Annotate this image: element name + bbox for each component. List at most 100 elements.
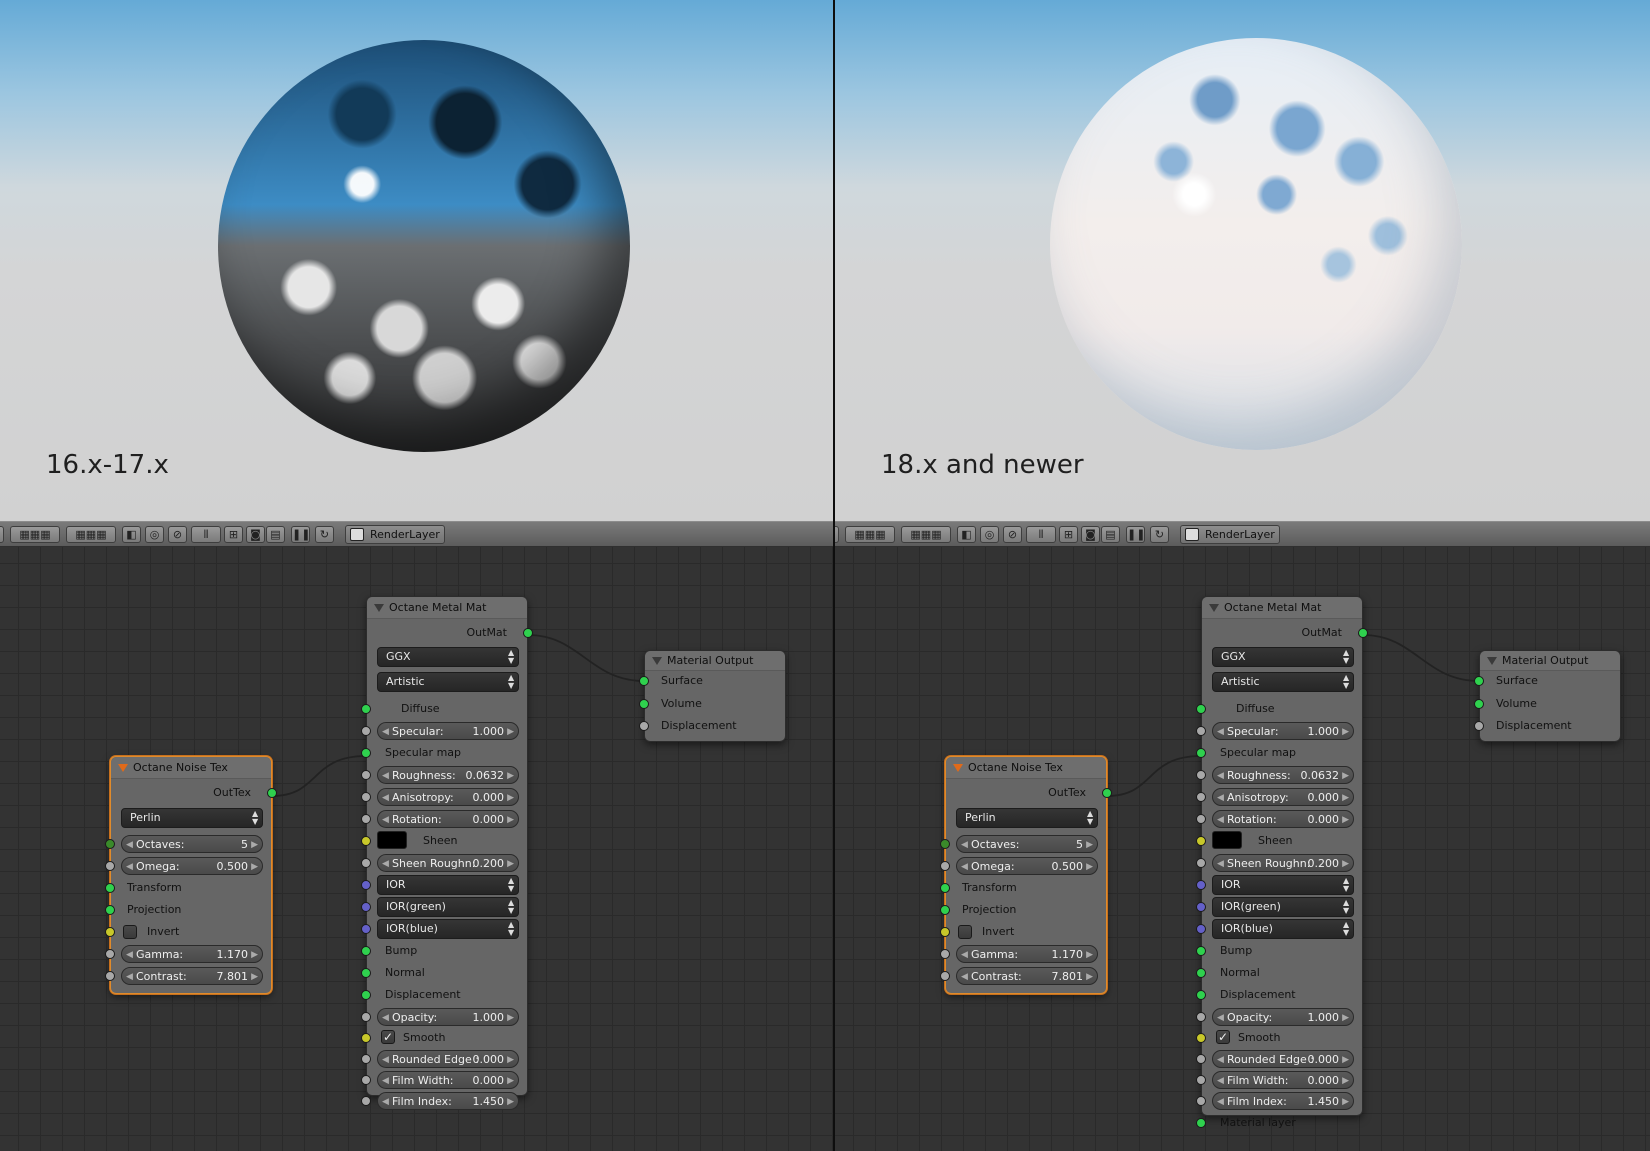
metal-mat-node[interactable]: Octane Metal Mat OutMat GGX ▲ ▼ Artistic ▲ ▼…	[361, 596, 533, 1110]
rotation-field[interactable]: ◀ Rotation: 0.000 ▶	[377, 810, 519, 828]
link-icon[interactable]: ⊘	[1003, 526, 1022, 543]
clapper-icon[interactable]: ▤	[1101, 526, 1120, 543]
decrement-arrow-icon[interactable]: ◀	[382, 724, 389, 740]
layers-grid-2-icon[interactable]: ▦▦▦	[66, 526, 116, 543]
ior-green-dropdown[interactable]: IOR(green) ▲ ▼	[377, 897, 519, 917]
increment-arrow-icon[interactable]: ▶	[1342, 768, 1349, 784]
decrement-arrow-icon[interactable]: ◀	[382, 1010, 389, 1026]
specular-socket[interactable]	[361, 726, 371, 736]
increment-arrow-icon[interactable]: ▶	[507, 1052, 514, 1068]
decrement-arrow-icon[interactable]: ◀	[961, 969, 968, 985]
ior-blue-socket[interactable]	[361, 924, 371, 934]
sphere-preview-icon[interactable]: ◎	[980, 526, 999, 543]
increment-arrow-icon[interactable]: ▶	[1086, 947, 1093, 963]
camera-icon[interactable]: ◙	[246, 526, 265, 543]
editor-type-icon[interactable]	[835, 526, 839, 543]
decrement-arrow-icon[interactable]: ◀	[126, 947, 133, 963]
increment-arrow-icon[interactable]: ▶	[1342, 1010, 1349, 1026]
film-index-socket[interactable]	[361, 1096, 371, 1106]
opacity-field[interactable]: ◀ Opacity: 1.000 ▶	[1212, 1008, 1354, 1026]
roughness-field[interactable]: ◀ Roughness: 0.0632 ▶	[377, 766, 519, 784]
sheen-roughness-field[interactable]: ◀ Sheen Roughn: 0.200 ▶	[1212, 854, 1354, 872]
increment-arrow-icon[interactable]: ▶	[1342, 1094, 1349, 1110]
anisotropy-socket[interactable]	[361, 792, 371, 802]
collapse-triangle-icon[interactable]	[1209, 604, 1219, 612]
decrement-arrow-icon[interactable]: ◀	[1217, 724, 1224, 740]
decrement-arrow-icon[interactable]: ◀	[382, 1073, 389, 1089]
contrast-socket[interactable]	[105, 971, 115, 981]
gamma-field[interactable]: ◀ Gamma: 1.170 ▶	[956, 945, 1098, 963]
octaves-field[interactable]: ◀ Octaves: 5 ▶	[956, 835, 1098, 853]
collapse-triangle-icon[interactable]	[1487, 657, 1497, 665]
pause-icon[interactable]: ❚❚	[291, 526, 310, 543]
render-icon[interactable]: ◧	[957, 526, 976, 543]
increment-arrow-icon[interactable]: ▶	[507, 768, 514, 784]
layers-grid-icon[interactable]: ▦▦▦	[845, 526, 895, 543]
increment-arrow-icon[interactable]: ▶	[251, 859, 258, 875]
sheen-roughness-socket[interactable]	[361, 858, 371, 868]
decrement-arrow-icon[interactable]: ◀	[1217, 856, 1224, 872]
render-layer-selector[interactable]: RenderLayer	[1180, 525, 1280, 544]
omega-field[interactable]: ◀ Omega: 0.500 ▶	[956, 857, 1098, 875]
grid-snap-icon[interactable]: ⊞	[1059, 526, 1078, 543]
decrement-arrow-icon[interactable]: ◀	[382, 1094, 389, 1110]
increment-arrow-icon[interactable]: ▶	[1342, 812, 1349, 828]
increment-arrow-icon[interactable]: ▶	[251, 969, 258, 985]
decrement-arrow-icon[interactable]: ◀	[126, 969, 133, 985]
increment-arrow-icon[interactable]: ▶	[1086, 837, 1093, 853]
omega-socket[interactable]	[940, 861, 950, 871]
sheen-roughness-socket[interactable]	[1196, 858, 1206, 868]
increment-arrow-icon[interactable]: ▶	[507, 1010, 514, 1026]
film-width-socket[interactable]	[361, 1075, 371, 1085]
render-viewport[interactable]: 16.x-17.x	[0, 0, 833, 521]
metal-mat-node[interactable]: Octane Metal Mat OutMat GGX ▲ ▼ Artistic ▲ ▼…	[1196, 596, 1368, 1129]
decrement-arrow-icon[interactable]: ◀	[1217, 790, 1224, 806]
decrement-arrow-icon[interactable]: ◀	[382, 1052, 389, 1068]
roughness-field[interactable]: ◀ Roughness: 0.0632 ▶	[1212, 766, 1354, 784]
rotation-socket[interactable]	[1196, 814, 1206, 824]
gamma-socket[interactable]	[105, 949, 115, 959]
channels-icon[interactable]: ⫴	[1026, 526, 1056, 543]
metal-node-header[interactable]: Octane Metal Mat	[367, 597, 527, 619]
render-viewport[interactable]: 18.x and newer	[835, 0, 1650, 521]
ior-blue-socket[interactable]	[1196, 924, 1206, 934]
noise-type-dropdown[interactable]: Perlin ▲ ▼	[121, 808, 263, 828]
decrement-arrow-icon[interactable]: ◀	[961, 859, 968, 875]
mode-dropdown[interactable]: Artistic ▲ ▼	[1212, 672, 1354, 692]
outmat-socket[interactable]	[1358, 628, 1368, 638]
ior-blue-dropdown[interactable]: IOR(blue) ▲ ▼	[1212, 919, 1354, 939]
film-width-field[interactable]: ◀ Film Width: 0.000 ▶	[1212, 1071, 1354, 1089]
opacity-field[interactable]: ◀ Opacity: 1.000 ▶	[377, 1008, 519, 1026]
decrement-arrow-icon[interactable]: ◀	[1217, 1052, 1224, 1068]
increment-arrow-icon[interactable]: ▶	[1342, 1052, 1349, 1068]
noise-tex-node[interactable]: Octane Noise Tex OutTex Perlin ▲ ▼ ◀ Octave…	[105, 756, 277, 994]
material-output-node[interactable]: Material Output Surface Volume Displacem…	[1474, 650, 1621, 742]
output-node-header[interactable]: Material Output	[645, 651, 785, 671]
contrast-socket[interactable]	[940, 971, 950, 981]
rounded-edge-field[interactable]: ◀ Rounded Edge :0.000 ▶	[1212, 1050, 1354, 1068]
link-icon[interactable]: ⊘	[168, 526, 187, 543]
octaves-field[interactable]: ◀ Octaves: 5 ▶	[121, 835, 263, 853]
specular-field[interactable]: ◀ Specular: 1.000 ▶	[377, 722, 519, 740]
omega-socket[interactable]	[105, 861, 115, 871]
outtex-socket[interactable]	[1102, 788, 1112, 798]
ior-green-socket[interactable]	[1196, 902, 1206, 912]
rounded-edge-socket[interactable]	[361, 1054, 371, 1064]
octaves-socket[interactable]	[105, 839, 115, 849]
decrement-arrow-icon[interactable]: ◀	[1217, 812, 1224, 828]
film-index-field[interactable]: ◀ Film Index: 1.450 ▶	[377, 1092, 519, 1110]
collapse-triangle-icon[interactable]	[118, 764, 128, 772]
decrement-arrow-icon[interactable]: ◀	[382, 768, 389, 784]
grid-snap-icon[interactable]: ⊞	[224, 526, 243, 543]
rounded-edge-field[interactable]: ◀ Rounded Edge :0.000 ▶	[377, 1050, 519, 1068]
output-node-header[interactable]: Material Output	[1480, 651, 1620, 671]
camera-icon[interactable]: ◙	[1081, 526, 1100, 543]
ior-dropdown[interactable]: IOR ▲ ▼	[1212, 875, 1354, 895]
gamma-field[interactable]: ◀ Gamma: 1.170 ▶	[121, 945, 263, 963]
clapper-icon[interactable]: ▤	[266, 526, 285, 543]
anisotropy-field[interactable]: ◀ Anisotropy: 0.000 ▶	[377, 788, 519, 806]
roughness-socket[interactable]	[361, 770, 371, 780]
editor-type-icon[interactable]	[0, 526, 4, 543]
increment-arrow-icon[interactable]: ▶	[507, 724, 514, 740]
decrement-arrow-icon[interactable]: ◀	[961, 947, 968, 963]
